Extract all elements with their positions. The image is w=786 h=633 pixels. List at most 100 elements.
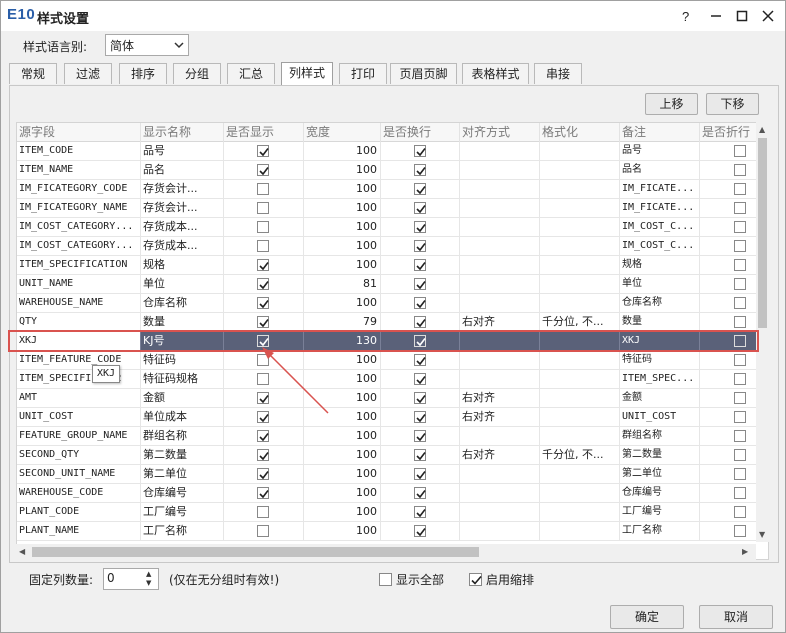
cell-format[interactable]: [540, 370, 620, 389]
cell-show[interactable]: [224, 446, 304, 465]
cell-note[interactable]: 第二数量: [620, 446, 700, 465]
cell-fold[interactable]: [700, 351, 757, 370]
cell-format[interactable]: [540, 351, 620, 370]
cell-width[interactable]: 100: [304, 522, 381, 541]
cell-width[interactable]: 100: [304, 218, 381, 237]
cell-wrap[interactable]: [381, 503, 460, 522]
cell-display-name[interactable]: 存货成本...: [141, 237, 224, 256]
show-checkbox[interactable]: [257, 259, 269, 271]
cell-fold[interactable]: [700, 522, 757, 541]
cell-format[interactable]: [540, 332, 620, 351]
cell-wrap[interactable]: [381, 522, 460, 541]
cell-width[interactable]: 100: [304, 180, 381, 199]
cell-format[interactable]: [540, 408, 620, 427]
cell-format[interactable]: [540, 294, 620, 313]
wrap-checkbox[interactable]: [414, 487, 426, 499]
wrap-checkbox[interactable]: [414, 278, 426, 290]
table-row[interactable]: WAREHOUSE_CODE 仓库编号 100 仓库编号: [17, 484, 757, 503]
column-header-note[interactable]: 备注: [620, 123, 700, 142]
table-row[interactable]: IM_FICATEGORY_NAME 存货会计... 100 IM_FICATE...: [17, 199, 757, 218]
fold-checkbox[interactable]: [734, 525, 746, 537]
cell-format[interactable]: 千分位, 不...: [540, 313, 620, 332]
cell-align[interactable]: [460, 522, 540, 541]
cell-display-name[interactable]: 品名: [141, 161, 224, 180]
vertical-scroll-thumb[interactable]: [758, 138, 767, 328]
wrap-checkbox[interactable]: [414, 354, 426, 366]
wrap-checkbox[interactable]: [414, 164, 426, 176]
cell-wrap[interactable]: [381, 389, 460, 408]
tab-table-style[interactable]: 表格样式: [462, 63, 529, 84]
cell-show[interactable]: [224, 484, 304, 503]
table-row[interactable]: ITEM_SPECIFI...N2 特征码规格 100 ITEM_SPEC...: [17, 370, 757, 389]
cell-show[interactable]: [224, 427, 304, 446]
cell-format[interactable]: [540, 142, 620, 161]
cell-width[interactable]: 100: [304, 446, 381, 465]
column-header-fold[interactable]: 是否折行: [700, 123, 757, 142]
stepper-arrows-icon[interactable]: ▲ ▼: [146, 570, 156, 588]
cell-fold[interactable]: [700, 503, 757, 522]
cell-align[interactable]: [460, 142, 540, 161]
cell-display-name[interactable]: 品号: [141, 142, 224, 161]
cell-display-name[interactable]: 仓库编号: [141, 484, 224, 503]
tab-group[interactable]: 分组: [173, 63, 221, 84]
tab-print[interactable]: 打印: [339, 63, 387, 84]
cell-align[interactable]: [460, 256, 540, 275]
cell-wrap[interactable]: [381, 332, 460, 351]
table-row-selected[interactable]: XKJ KJ号 130 XKJ: [17, 332, 757, 351]
cell-source-field[interactable]: PLANT_NAME: [17, 522, 141, 541]
scroll-right-icon[interactable]: ▶: [742, 547, 748, 556]
cell-format[interactable]: [540, 218, 620, 237]
cell-width[interactable]: 100: [304, 294, 381, 313]
fold-checkbox[interactable]: [734, 240, 746, 252]
show-checkbox[interactable]: [257, 430, 269, 442]
fold-checkbox[interactable]: [734, 506, 746, 518]
cell-wrap[interactable]: [381, 484, 460, 503]
cell-display-name[interactable]: 规格: [141, 256, 224, 275]
cell-format[interactable]: 千分位, 不...: [540, 446, 620, 465]
cancel-button[interactable]: 取消: [699, 605, 773, 629]
cell-note[interactable]: 特征码: [620, 351, 700, 370]
table-row[interactable]: WAREHOUSE_NAME 仓库名称 100 仓库名称: [17, 294, 757, 313]
cell-fold[interactable]: [700, 142, 757, 161]
show-checkbox[interactable]: [257, 145, 269, 157]
cell-wrap[interactable]: [381, 199, 460, 218]
show-checkbox[interactable]: [257, 506, 269, 518]
wrap-checkbox[interactable]: [414, 240, 426, 252]
cell-align[interactable]: [460, 370, 540, 389]
show-checkbox[interactable]: [257, 202, 269, 214]
cell-width[interactable]: 100: [304, 484, 381, 503]
table-row[interactable]: PLANT_CODE 工厂编号 100 工厂编号: [17, 503, 757, 522]
show-checkbox[interactable]: [257, 316, 269, 328]
cell-fold[interactable]: [700, 389, 757, 408]
cell-source-field[interactable]: XKJ: [17, 332, 141, 351]
cell-display-name[interactable]: 存货会计...: [141, 180, 224, 199]
table-row[interactable]: ITEM_FEATURE_CODE 特征码 100 特征码: [17, 351, 757, 370]
table-row[interactable]: IM_FICATEGORY_CODE 存货会计... 100 IM_FICATE...: [17, 180, 757, 199]
cell-display-name[interactable]: 仓库名称: [141, 294, 224, 313]
cell-width[interactable]: 100: [304, 237, 381, 256]
wrap-checkbox[interactable]: [414, 259, 426, 271]
cell-align[interactable]: [460, 294, 540, 313]
cell-wrap[interactable]: [381, 294, 460, 313]
cell-format[interactable]: [540, 484, 620, 503]
horizontal-scroll-thumb[interactable]: [32, 547, 479, 557]
column-header-align[interactable]: 对齐方式: [460, 123, 540, 142]
show-checkbox[interactable]: [257, 240, 269, 252]
cell-format[interactable]: [540, 161, 620, 180]
cell-source-field[interactable]: ITEM_CODE: [17, 142, 141, 161]
tab-general[interactable]: 常规: [9, 63, 57, 84]
tab-concat[interactable]: 串接: [534, 63, 582, 84]
cell-show[interactable]: [224, 465, 304, 484]
cell-align[interactable]: [460, 465, 540, 484]
cell-note[interactable]: 仓库编号: [620, 484, 700, 503]
wrap-checkbox[interactable]: [414, 221, 426, 233]
show-checkbox[interactable]: [257, 183, 269, 195]
cell-format[interactable]: [540, 389, 620, 408]
cell-wrap[interactable]: [381, 161, 460, 180]
wrap-checkbox[interactable]: [414, 316, 426, 328]
cell-show[interactable]: [224, 180, 304, 199]
cell-fold[interactable]: [700, 294, 757, 313]
cell-fold[interactable]: [700, 465, 757, 484]
table-row[interactable]: QTY 数量 79 右对齐 千分位, 不... 数量: [17, 313, 757, 332]
show-checkbox[interactable]: [257, 278, 269, 290]
